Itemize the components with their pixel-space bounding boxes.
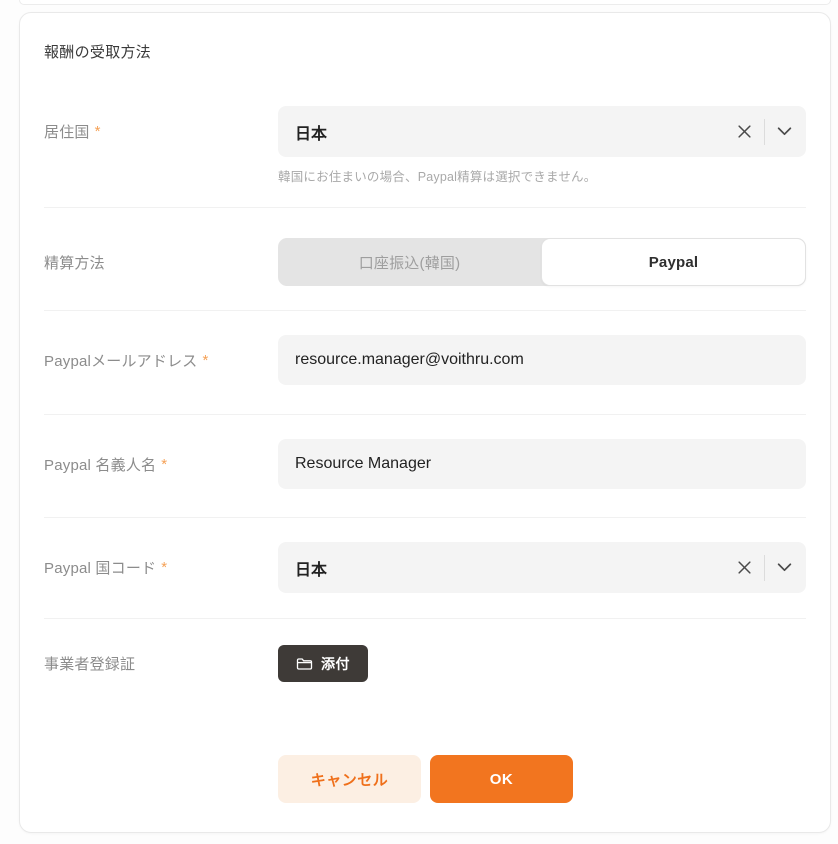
required-asterisk: * xyxy=(94,123,101,140)
paypal-holder-name-input[interactable] xyxy=(278,439,806,489)
settlement-method-label: 精算方法 xyxy=(44,254,105,272)
settlement-method-toggle: 口座振込(韓国) Paypal xyxy=(278,238,806,286)
toggle-option-bank-transfer[interactable]: 口座振込(韓国) xyxy=(278,238,541,286)
business-certificate-label: 事業者登録証 xyxy=(44,656,136,673)
clear-icon[interactable] xyxy=(735,558,754,577)
paypal-holder-name-row: Paypal 名義人名 * xyxy=(44,415,806,518)
paypal-email-row: Paypalメールアドレス * xyxy=(44,311,806,415)
chevron-down-icon[interactable] xyxy=(775,125,794,138)
business-certificate-row: 事業者登録証 添付 xyxy=(44,619,806,682)
card-title: 報酬の受取方法 xyxy=(44,44,152,61)
actions-row: キャンセル OK xyxy=(44,682,806,803)
clear-icon[interactable] xyxy=(735,122,754,141)
cancel-button[interactable]: キャンセル xyxy=(278,755,421,803)
select-divider xyxy=(764,118,765,145)
residence-country-row: 居住国 * 日本 韓国にお住まいの場合、Paypal精算は選択できません。 xyxy=(44,62,806,208)
chevron-down-icon[interactable] xyxy=(775,561,794,574)
previous-card-bottom-edge xyxy=(19,0,831,5)
residence-country-select[interactable]: 日本 xyxy=(278,106,806,157)
paypal-email-label: Paypalメールアドレス * xyxy=(44,352,209,370)
settlement-method-row: 精算方法 口座振込(韓国) Paypal xyxy=(44,208,806,311)
residence-country-value: 日本 xyxy=(295,125,328,143)
payment-method-card: 報酬の受取方法 居住国 * 日本 韓国にお住まいの場合、Paypal精算は選択で… xyxy=(19,12,831,833)
toggle-option-paypal[interactable]: Paypal xyxy=(541,238,806,286)
required-asterisk: * xyxy=(161,456,168,473)
paypal-country-code-label: Paypal 国コード * xyxy=(44,559,168,577)
paypal-country-code-value: 日本 xyxy=(295,561,328,579)
paypal-country-code-select[interactable]: 日本 xyxy=(278,542,806,593)
select-divider xyxy=(764,554,765,581)
required-asterisk: * xyxy=(161,559,168,576)
paypal-email-input[interactable] xyxy=(278,335,806,385)
residence-country-label: 居住国 * xyxy=(44,123,101,141)
required-asterisk: * xyxy=(202,352,209,369)
residence-helper-text: 韓国にお住まいの場合、Paypal精算は選択できません。 xyxy=(278,170,597,184)
attach-file-button[interactable]: 添付 xyxy=(278,645,368,682)
ok-button[interactable]: OK xyxy=(430,755,573,803)
paypal-holder-name-label: Paypal 名義人名 * xyxy=(44,456,168,474)
folder-icon xyxy=(296,657,313,671)
paypal-country-code-row: Paypal 国コード * 日本 xyxy=(44,518,806,619)
